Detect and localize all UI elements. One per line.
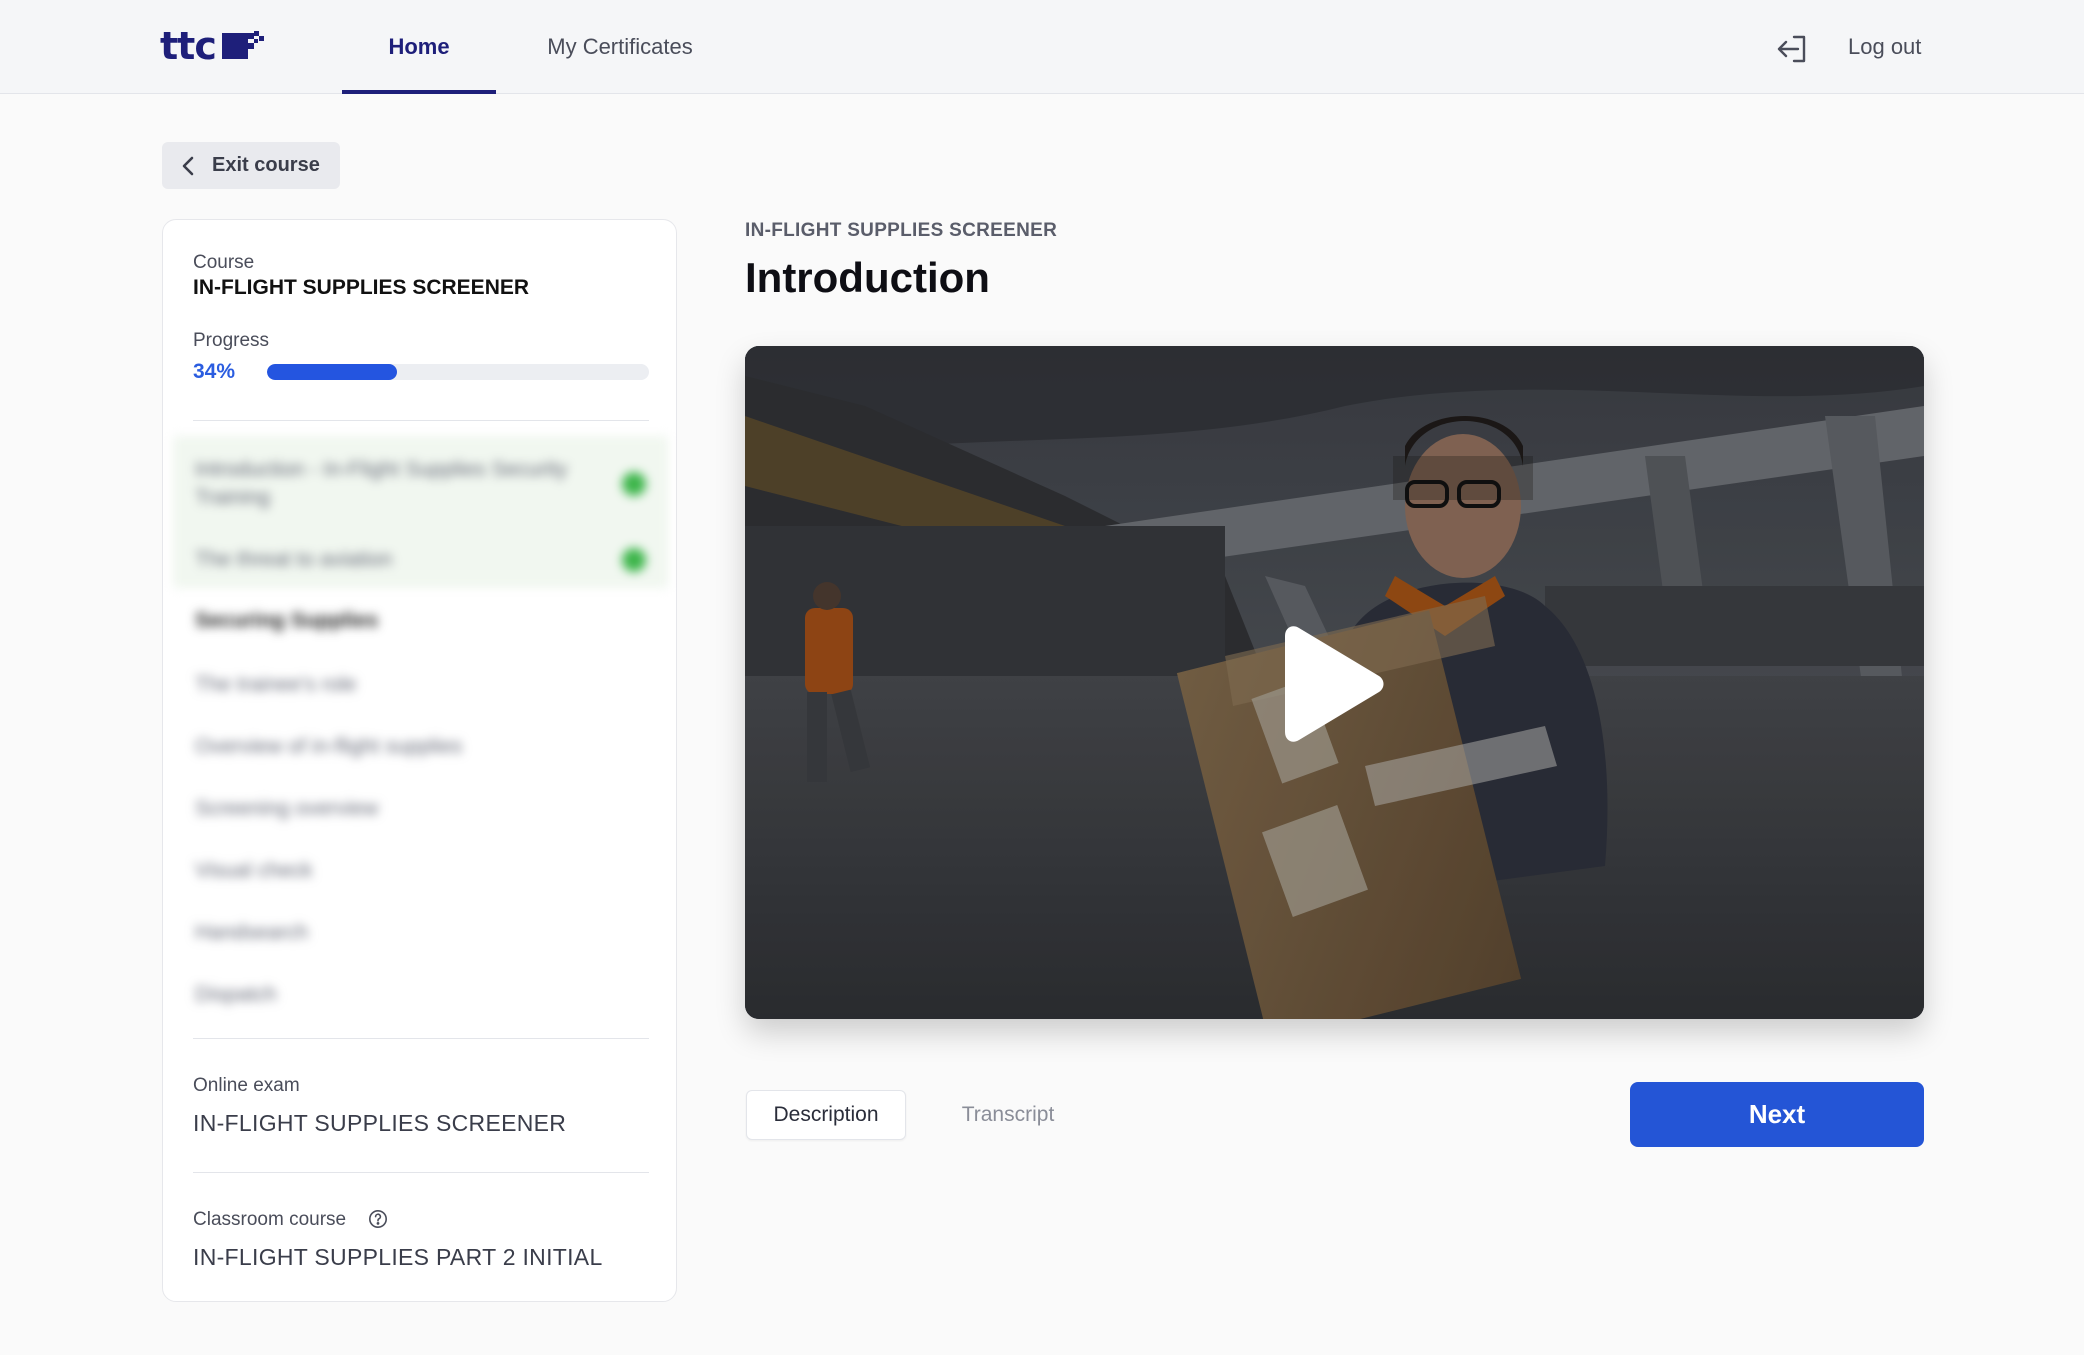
next-button-label: Next — [1748, 1099, 1806, 1129]
lesson-item-label: Overview of in-flight supplies — [195, 735, 463, 758]
lesson-item-label: Visual check — [195, 859, 313, 882]
divider — [193, 1038, 649, 1039]
ttc-logo[interactable]: ttc — [160, 24, 264, 68]
exit-course-button[interactable]: Exit course — [162, 142, 340, 189]
lesson-item-handsearch[interactable]: Handsearch — [173, 902, 668, 964]
divider — [193, 420, 649, 421]
completed-check-icon — [622, 472, 646, 496]
course-sidebar: Course IN-FLIGHT SUPPLIES SCREENER Progr… — [162, 219, 677, 1302]
logo-text: ttc — [160, 24, 217, 68]
video-player[interactable] — [745, 346, 1924, 1019]
logout-link[interactable]: Log out — [1848, 34, 1921, 60]
lesson-item-label: The trainee's role — [195, 673, 357, 696]
progress-label: Progress — [193, 330, 270, 351]
classroom-course-label: Classroom course — [193, 1209, 347, 1230]
lesson-item-label: Introduction - In-Flight Supplies Securi… — [195, 458, 568, 509]
lesson-eyebrow: IN-FLIGHT SUPPLIES SCREENER — [745, 220, 1058, 241]
lesson-item-label: Handsearch — [195, 921, 309, 944]
divider — [193, 1172, 649, 1173]
logout-icon[interactable] — [1776, 34, 1808, 64]
logo-mark-icon — [221, 31, 264, 59]
chevron-left-icon — [182, 156, 194, 175]
lesson-item-label: Screening overview — [195, 797, 379, 820]
tab-description-label: Description — [773, 1103, 879, 1126]
lesson-item-threat[interactable]: The threat to aviation — [173, 532, 668, 588]
course-title: IN-FLIGHT SUPPLIES SCREENER — [193, 276, 530, 299]
lesson-item-overview[interactable]: Overview of in-flight supplies — [173, 716, 668, 778]
progress-bar-fill — [267, 364, 397, 380]
online-exam-link[interactable]: IN-FLIGHT SUPPLIES SCREENER — [193, 1110, 566, 1137]
lesson-list: Introduction - In-Flight Supplies Securi… — [173, 436, 668, 1030]
tab-transcript-label: Transcript — [961, 1103, 1055, 1126]
lesson-item-label: The threat to aviation — [195, 548, 393, 571]
exit-course-label: Exit course — [212, 154, 320, 176]
lesson-item-screening[interactable]: Screening overview — [173, 778, 668, 840]
lesson-item-visual-check[interactable]: Visual check — [173, 840, 668, 902]
nav-tab-my-certificates[interactable]: My Certificates — [530, 0, 710, 94]
nav-tab-home[interactable]: Home — [342, 0, 496, 94]
play-icon[interactable] — [1285, 622, 1385, 746]
lesson-item-label: Dispatch — [195, 983, 277, 1006]
completed-check-icon — [622, 548, 646, 572]
tab-transcript[interactable]: Transcript — [930, 1090, 1086, 1140]
top-navigation-bar: ttc Home My Certificates Log out — [0, 0, 2084, 94]
help-circle-icon[interactable] — [368, 1209, 388, 1229]
lesson-item-trainee-role[interactable]: The trainee's role — [173, 654, 668, 716]
classroom-course-link[interactable]: IN-FLIGHT SUPPLIES PART 2 INITIAL — [193, 1244, 603, 1271]
lesson-title: Introduction — [745, 254, 990, 301]
nav-tab-my-certificates-label: My Certificates — [547, 34, 693, 59]
next-button[interactable]: Next — [1630, 1082, 1924, 1147]
progress-bar — [267, 364, 649, 380]
lesson-item-introduction[interactable]: Introduction - In-Flight Supplies Securi… — [173, 436, 668, 532]
progress-percent: 34% — [193, 360, 236, 383]
tab-description[interactable]: Description — [746, 1090, 906, 1140]
nav-tab-home-label: Home — [388, 34, 450, 59]
online-exam-label: Online exam — [193, 1075, 300, 1096]
lesson-section-securing-supplies: Securing Supplies — [173, 588, 668, 654]
lesson-section-label: Securing Supplies — [195, 609, 379, 632]
lesson-item-dispatch[interactable]: Dispatch — [173, 964, 668, 1026]
course-label: Course — [193, 252, 255, 273]
